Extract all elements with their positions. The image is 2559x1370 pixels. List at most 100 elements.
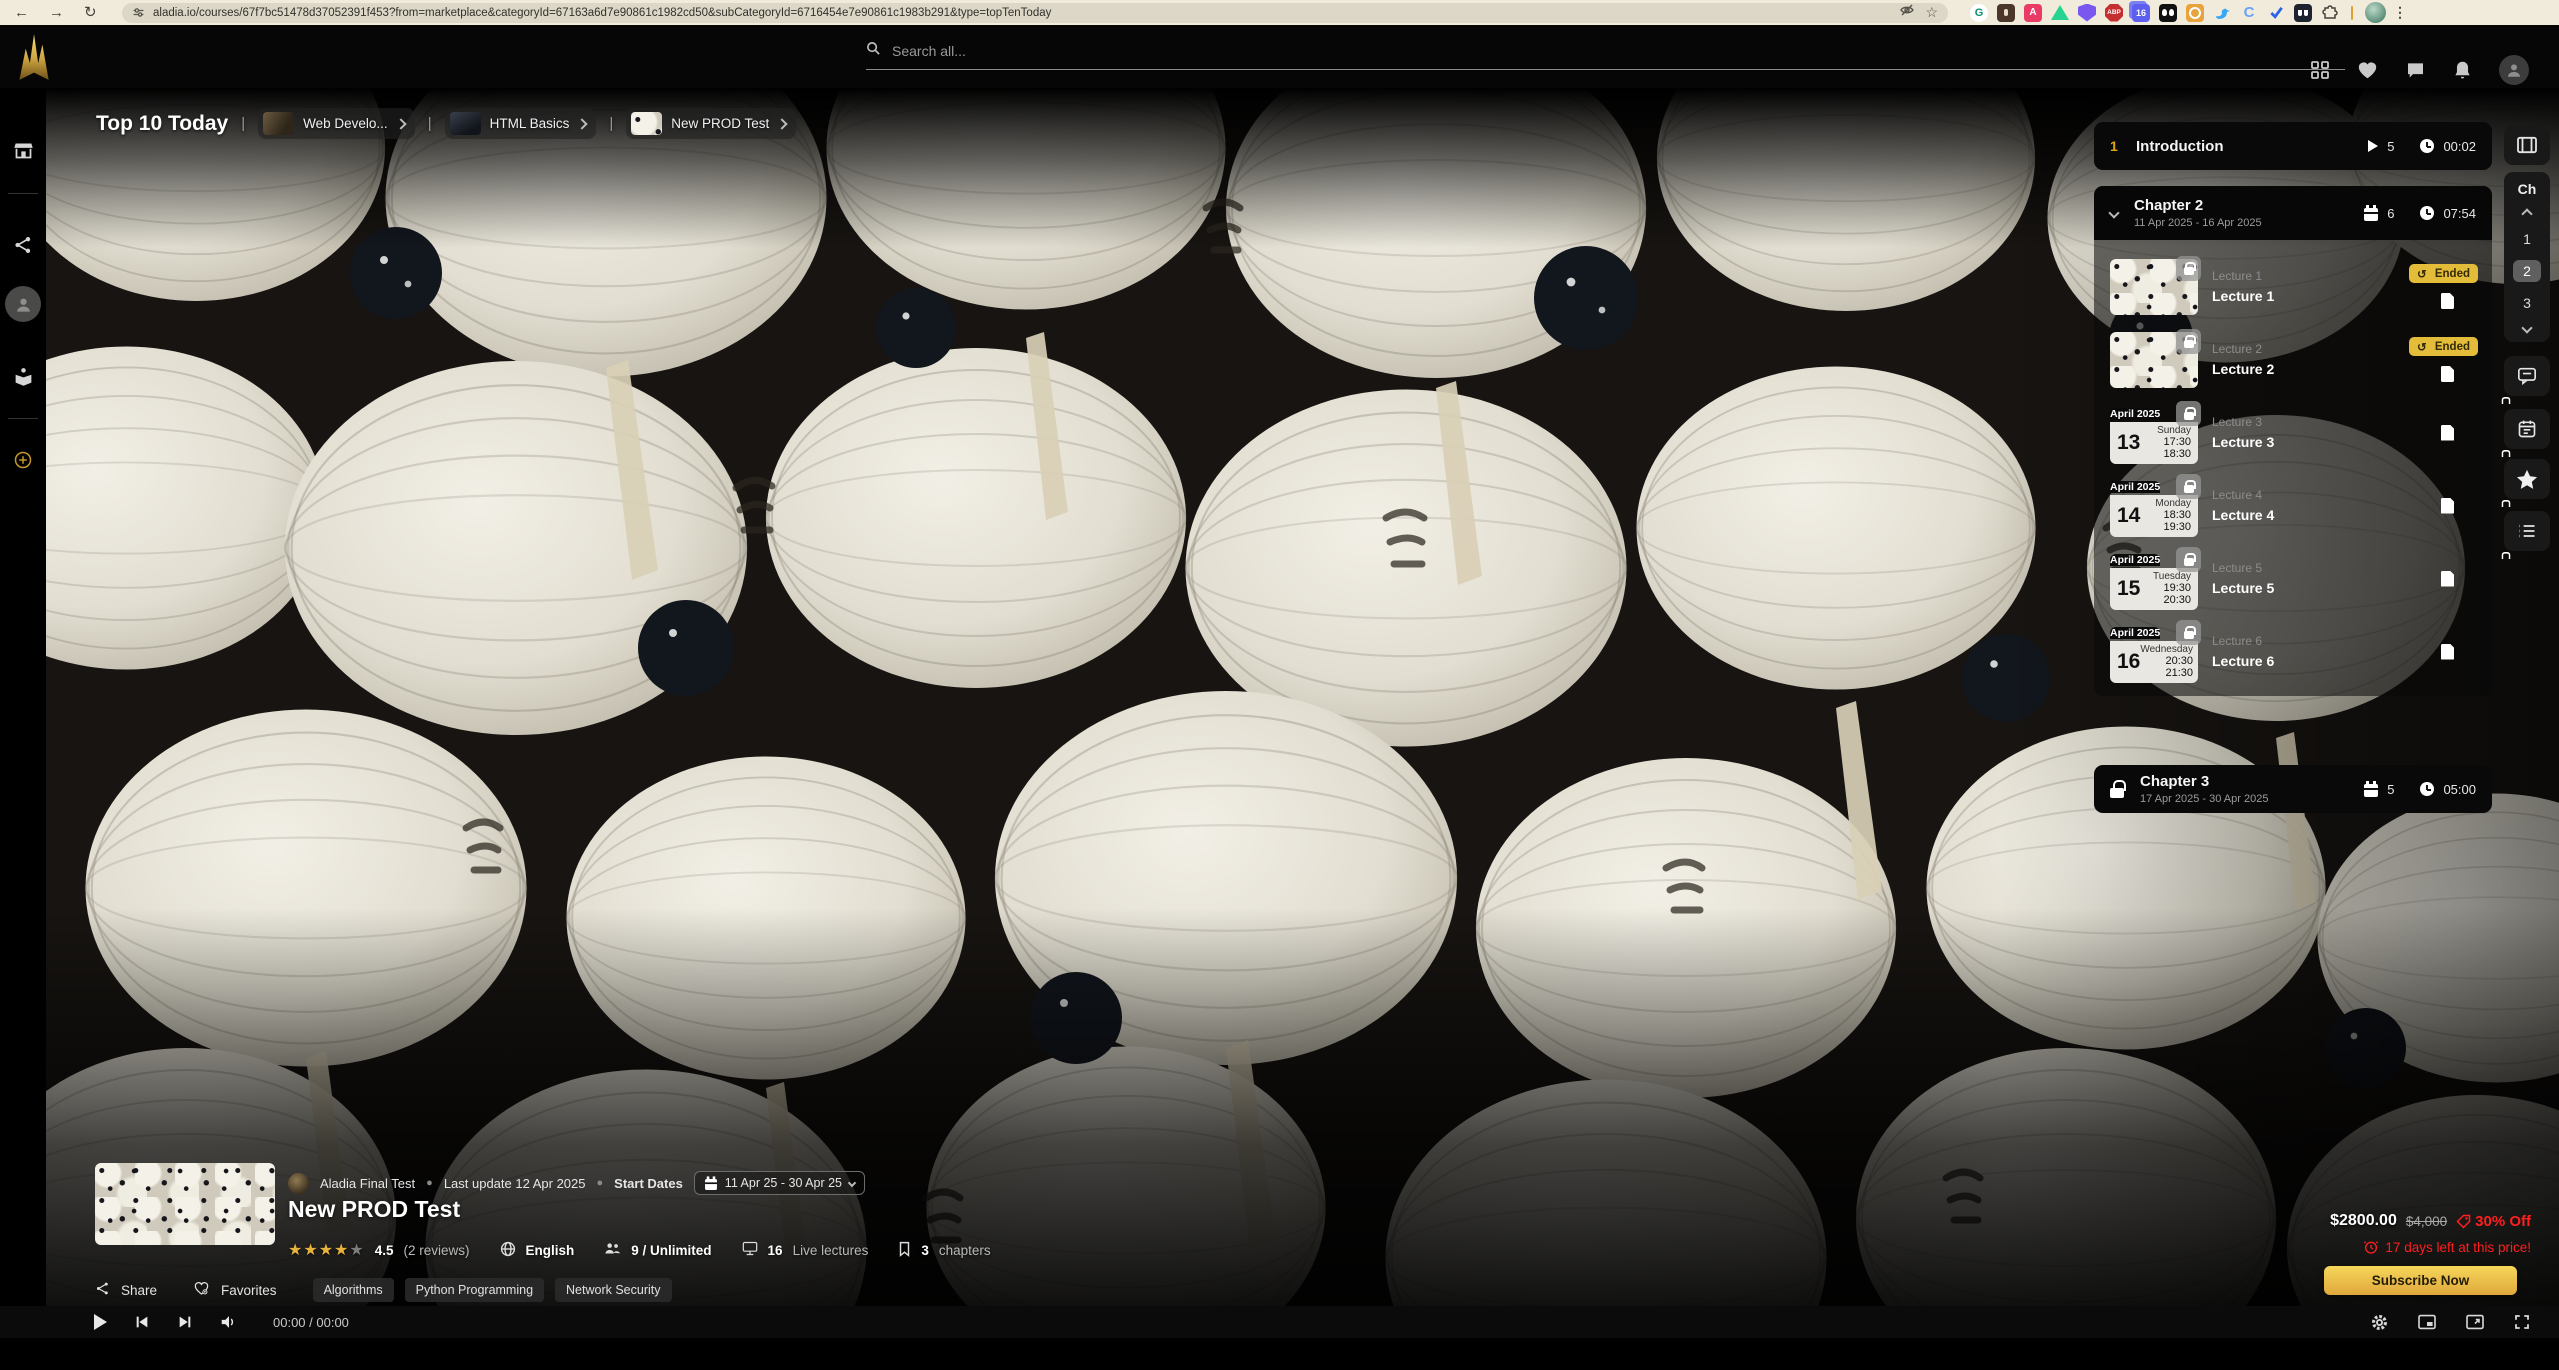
document-icon[interactable] — [2441, 571, 2454, 587]
grammarly-extension-icon[interactable]: G — [1970, 4, 1988, 22]
previous-button[interactable] — [134, 1314, 150, 1330]
document-icon[interactable] — [2441, 644, 2454, 660]
address-bar[interactable]: aladia.io/courses/67f7bc51478d37052391f4… — [122, 3, 1948, 23]
start-dates-dropdown[interactable]: 11 Apr 25 - 30 Apr 25 — [694, 1171, 865, 1195]
adblock-extension-icon[interactable]: ABP — [2105, 4, 2123, 22]
aladia-logo[interactable] — [10, 32, 56, 82]
lectures-film-button[interactable] — [2504, 125, 2550, 165]
author-avatar[interactable] — [288, 1173, 309, 1194]
volume-icon[interactable] — [220, 1314, 238, 1330]
document-icon[interactable] — [2441, 293, 2454, 309]
profile-icon-active[interactable] — [0, 286, 46, 322]
fullscreen-icon[interactable] — [2513, 1313, 2531, 1331]
extension-strip: G A ABP 16 C ⋮ — [1970, 0, 2405, 25]
extensions-puzzle-icon[interactable] — [2321, 4, 2339, 22]
list-button-locked[interactable] — [2504, 511, 2550, 551]
lock-icon — [2176, 256, 2201, 281]
checkmark-extension-icon[interactable] — [2267, 4, 2285, 22]
orange-extension-icon[interactable] — [2186, 4, 2204, 22]
user-avatar[interactable] — [2499, 55, 2529, 85]
chapter-row-introduction[interactable]: 1 Introduction 5 00:02 — [2094, 122, 2492, 170]
breadcrumb: Top 10 Today | Web Develo... | HTML Basi… — [96, 108, 796, 139]
chapter-nav-2-selected[interactable]: 2 — [2513, 260, 2541, 282]
next-button[interactable] — [177, 1314, 193, 1330]
subscribe-button[interactable]: Subscribe Now — [2324, 1266, 2517, 1295]
apps-grid-icon[interactable] — [2310, 60, 2330, 80]
marketplace-icon[interactable] — [0, 140, 46, 161]
share-label[interactable]: Share — [121, 1283, 157, 1298]
voice-extension-icon[interactable] — [1997, 4, 2015, 22]
calendar-icon — [2364, 784, 2378, 797]
courses-book-icon[interactable] — [0, 366, 46, 387]
theater-mode-icon[interactable] — [2465, 1314, 2485, 1330]
bookmark-star-icon[interactable]: ☆ — [1925, 4, 1938, 21]
favorites-label[interactable]: Favorites — [221, 1283, 277, 1298]
breadcrumb-item-subcategory[interactable]: HTML Basics — [445, 108, 597, 139]
favorites-heart-icon[interactable] — [193, 1281, 210, 1299]
globe-icon — [500, 1241, 516, 1260]
breadcrumb-item-category[interactable]: Web Develo... — [258, 108, 415, 139]
chapters-count: 3 — [921, 1243, 929, 1258]
chapter-nav-3[interactable]: 3 — [2513, 295, 2541, 311]
lecture-row-1[interactable]: Lecture 1 Lecture 1 ↺ Ended — [2094, 250, 2492, 323]
chapter-2-header[interactable]: Chapter 2 11 Apr 2025 - 16 Apr 2025 6 07… — [2094, 186, 2492, 240]
translate-extension-icon[interactable]: A — [2024, 4, 2042, 22]
author-name[interactable]: Aladia Final Test — [320, 1176, 415, 1191]
back-button[interactable]: ← — [14, 5, 29, 20]
claude-extension-icon[interactable]: C — [2240, 4, 2258, 22]
lecture-row-2[interactable]: Lecture 2 Lecture 2 ↺ Ended — [2094, 323, 2492, 396]
chapter-row-3[interactable]: Chapter 3 17 Apr 2025 - 30 Apr 2025 5 05… — [2094, 765, 2492, 813]
chapter-nav-down[interactable] — [2521, 322, 2532, 333]
play-button[interactable] — [94, 1314, 107, 1330]
review-count[interactable]: (2 reviews) — [404, 1243, 470, 1258]
picture-in-picture-icon[interactable] — [2417, 1314, 2437, 1330]
share-icon[interactable] — [95, 1281, 110, 1299]
notifications-bell-icon[interactable] — [2453, 60, 2472, 81]
tab-manager-extension-icon[interactable]: 16 — [2132, 4, 2150, 22]
reviews-star-button-locked[interactable] — [2504, 459, 2550, 499]
url-text[interactable]: aladia.io/courses/67f7bc51478d37052391f4… — [153, 7, 1891, 19]
share-icon[interactable] — [0, 235, 46, 255]
schedule-button-locked[interactable] — [2504, 409, 2550, 449]
tag-chip[interactable]: Algorithms — [313, 1278, 394, 1302]
chat-icon[interactable] — [2405, 60, 2426, 80]
chapters-label: chapters — [939, 1243, 991, 1258]
settings-gear-icon[interactable] — [2370, 1313, 2389, 1332]
document-icon[interactable] — [2441, 498, 2454, 514]
forward-button[interactable]: → — [49, 5, 64, 20]
lecture-row-5[interactable]: April 2025 15 Tuesday 19:30 20:30 L — [2094, 542, 2492, 615]
browser-menu-icon[interactable]: ⋮ — [2395, 4, 2405, 22]
browser-profile-avatar[interactable] — [2365, 2, 2386, 23]
document-icon[interactable] — [2441, 425, 2454, 441]
eyes-extension-icon[interactable] — [2159, 4, 2177, 22]
document-icon[interactable] — [2441, 366, 2454, 382]
lock-icon — [2176, 474, 2201, 499]
deepl-extension-icon[interactable] — [2051, 5, 2069, 20]
bird-extension-icon[interactable] — [2213, 4, 2231, 22]
comments-button-locked[interactable] — [2504, 356, 2550, 396]
left-toolbar — [0, 88, 46, 1338]
breadcrumb-item-course[interactable]: New PROD Test — [626, 108, 796, 139]
lecture-row-3[interactable]: April 2025 13 Sunday 17:30 18:30 Le — [2094, 396, 2492, 469]
site-settings-icon[interactable] — [132, 6, 145, 19]
lecture-row-6[interactable]: April 2025 16 Wednesday 20:30 21:30 — [2094, 615, 2492, 688]
search-input[interactable] — [890, 42, 2345, 60]
tag-chip[interactable]: Network Security — [555, 1278, 671, 1302]
breadcrumb-separator: | — [428, 115, 432, 132]
favorites-heart-icon[interactable] — [2357, 61, 2378, 80]
chapter-2-panel: Chapter 2 11 Apr 2025 - 16 Apr 2025 6 07… — [2094, 186, 2492, 696]
lecture-row-4[interactable]: April 2025 14 Monday 18:30 19:30 Le — [2094, 469, 2492, 542]
reload-button[interactable]: ↻ — [84, 5, 97, 20]
shield-extension-icon[interactable] — [2078, 4, 2096, 22]
live-lectures-label: Live lectures — [793, 1243, 869, 1258]
chapter-nav-up[interactable] — [2521, 208, 2532, 219]
dark-extension-icon[interactable] — [2294, 4, 2312, 22]
course-thumbnail[interactable] — [95, 1163, 275, 1245]
course-meta-row: Aladia Final Test ● Last update 12 Apr 2… — [288, 1171, 865, 1195]
video-player-surface[interactable]: Top 10 Today | Web Develo... | HTML Basi… — [46, 88, 2559, 1338]
tag-chip[interactable]: Python Programming — [405, 1278, 544, 1302]
lecture-date-card: April 2025 16 Wednesday 20:30 21:30 — [2110, 623, 2198, 681]
eye-slash-icon[interactable] — [1899, 2, 1915, 23]
chapter-nav-1[interactable]: 1 — [2513, 231, 2541, 247]
add-plus-icon[interactable] — [0, 450, 46, 470]
